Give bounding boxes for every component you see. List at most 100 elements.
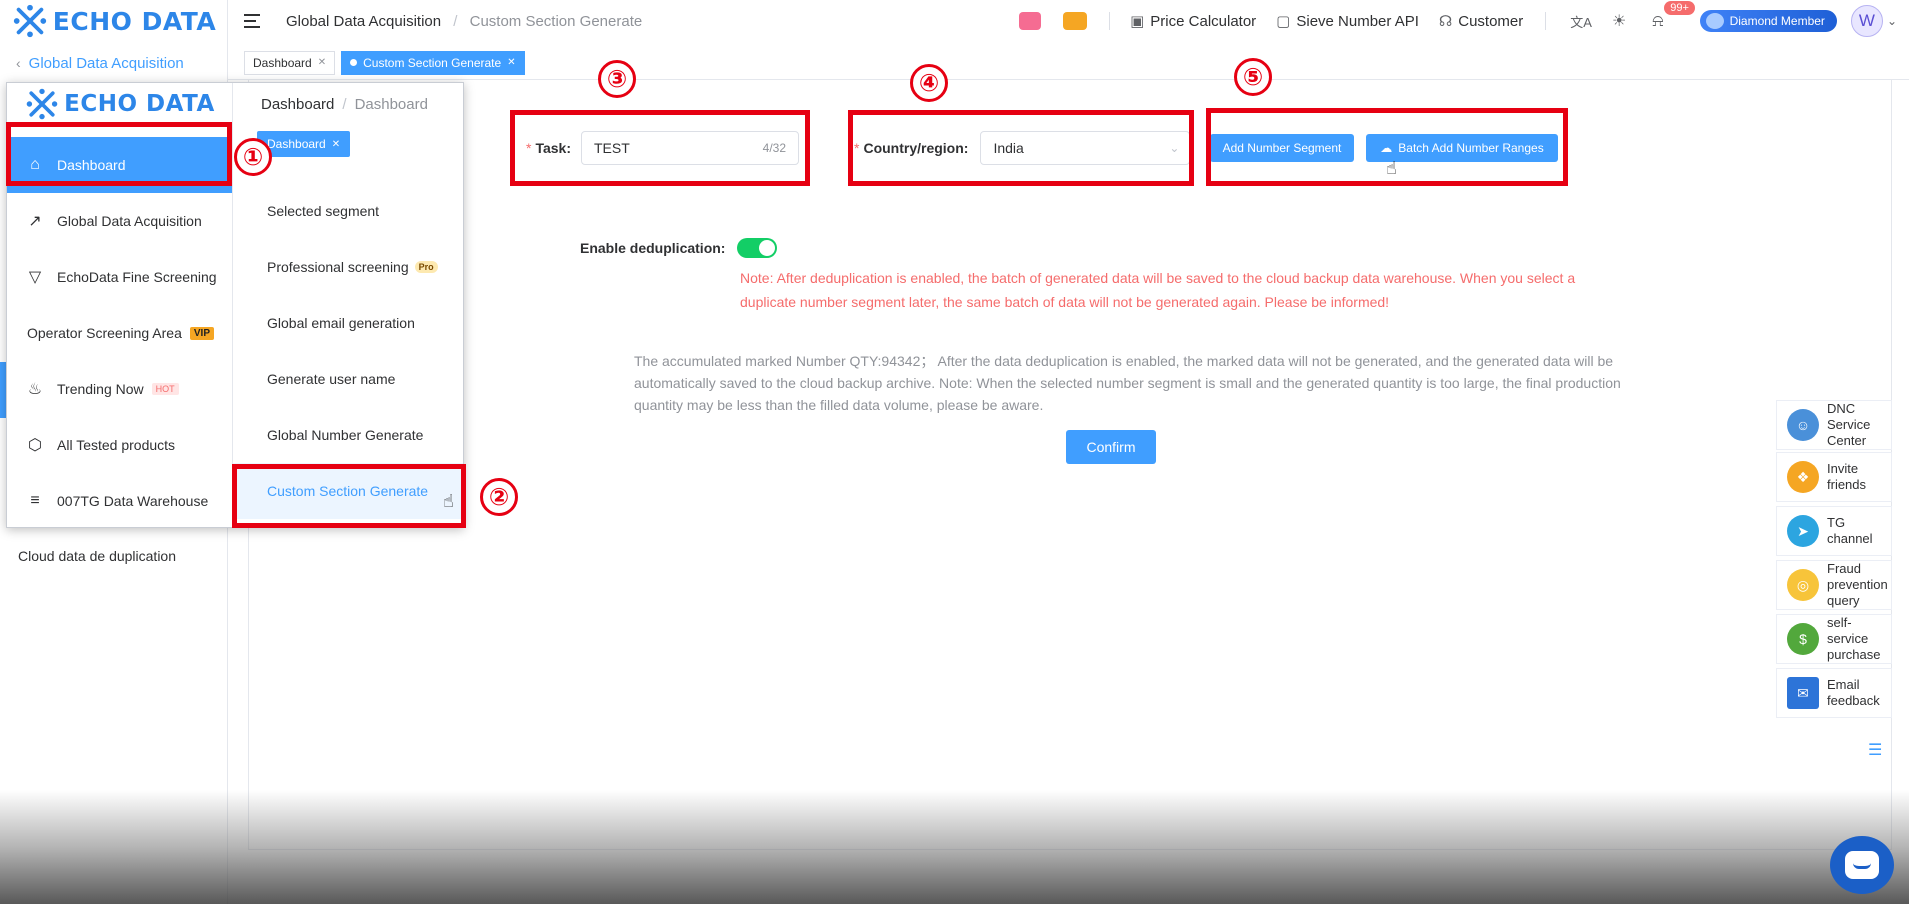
notification-bell-icon[interactable]: ⍾ 99+ [1652,1,1695,31]
tab-label: Dashboard [267,137,326,151]
breadcrumb: Global Data Acquisition / Custom Section… [286,12,643,30]
menu-item-007tg-warehouse[interactable]: ≡ 007TG Data Warehouse [7,473,232,527]
submenu-selected-segment[interactable]: Selected segment [233,183,463,239]
highlight-box-4 [848,110,1194,186]
tabs-bar: Dashboard ✕ Custom Section Generate ✕ [228,46,1909,80]
overlay-logo: ECHO DATA [7,83,232,125]
diamond-icon [1705,13,1724,29]
gift-icon[interactable] [1019,12,1042,30]
menu-label: Operator Screening Area [27,325,182,341]
sidebar-back-label: Global Data Acquisition [28,54,184,72]
chat-bubble-icon [1845,851,1879,879]
annotation-number-5: ⑤ [1234,58,1272,96]
dedup-toggle[interactable] [737,238,778,258]
chat-support-button[interactable] [1830,836,1894,894]
breadcrumb-item[interactable]: Dashboard [261,96,334,113]
search-coin-icon: ◎ [1787,569,1819,601]
flame-icon: ♨ [27,381,43,398]
submenu-generate-user-name[interactable]: Generate user name [233,351,463,407]
submenu-professional-screening[interactable]: Professional screening Pro [233,239,463,295]
service-label: DNC Service Center [1827,401,1871,448]
service-tg-channel[interactable]: ➤ TG channel [1776,506,1892,556]
translate-icon[interactable]: 文A [1570,12,1592,31]
dedup-note: Note: After deduplication is enabled, th… [740,270,1576,310]
service-label: Email feedback [1827,677,1880,708]
header-divider [1109,12,1111,30]
api-icon: ▢ [1276,13,1291,30]
tab-custom-section-generate[interactable]: Custom Section Generate ✕ [341,50,525,75]
brand-logo[interactable]: ECHO DATA [0,0,227,42]
service-label: self-service purchase [1827,615,1881,662]
highlight-box-2 [232,464,466,528]
header-actions: ▣ Price Calculator ▢ Sieve Number API ☊ … [1001,0,1909,42]
close-icon[interactable]: ✕ [507,57,515,68]
breadcrumb-current: Custom Section Generate [469,12,643,30]
service-self-purchase[interactable]: $ self-service purchase [1776,614,1892,664]
annotation-number-1: ① [234,138,272,176]
people-icon: ☺ [1787,409,1819,441]
top-header: Global Data Acquisition / Custom Section… [228,0,1909,42]
mail-icon: ✉ [1787,677,1819,709]
money-bag-icon: $ [1787,623,1819,655]
filter-icon: ▽ [28,269,42,286]
close-icon[interactable]: ✕ [318,57,326,68]
menu-item-trending-now[interactable]: ♨ Trending Now HOT [7,361,232,417]
header-divider [1545,12,1547,30]
menu-item-operator-screening[interactable]: Operator Screening Area VIP [7,305,232,361]
customer-label: Customer [1458,12,1524,30]
menu-toggle-icon[interactable] [244,14,262,28]
vip-badge: VIP [189,326,214,340]
list-menu-icon[interactable]: ☰ [1868,740,1882,760]
box-icon: ⬡ [28,437,42,454]
dedup-field: Enable deduplication: [580,238,778,258]
member-label: Diamond Member [1729,14,1825,28]
highlight-box-3 [510,110,810,186]
price-calculator-label: Price Calculator [1150,12,1257,30]
breadcrumb-item[interactable]: Global Data Acquisition [286,13,441,30]
sieve-api-label: Sieve Number API [1296,12,1419,30]
price-calculator-link[interactable]: ▣ Price Calculator [1130,12,1257,31]
tab-dashboard[interactable]: Dashboard ✕ [244,50,336,75]
menu-item-global-data-acquisition[interactable]: ↗ Global Data Acquisition [7,193,232,249]
echo-data-logo-icon [26,88,58,120]
customer-link[interactable]: ☊ Customer [1438,12,1524,31]
service-label: Fraud prevention query [1827,561,1888,608]
menu-label: Global Data Acquisition [57,213,202,229]
toggle-knob [759,240,776,256]
menu-item-fine-screening[interactable]: ▽ EchoData Fine Screening [7,249,232,305]
menu-label: EchoData Fine Screening [57,269,217,285]
dedup-label: Enable deduplication: [580,240,726,256]
menu-label: 007TG Data Warehouse [57,493,209,509]
submenu-global-email-generation[interactable]: Global email generation [233,295,463,351]
dedup-info: The accumulated marked Number QTY:94342；… [634,353,1621,413]
layers-icon: ≡ [30,492,40,509]
theme-sun-icon[interactable]: ☀ [1612,11,1626,31]
headset-icon: ☊ [1438,13,1453,30]
service-invite-friends[interactable]: ❖ Invite friends [1776,452,1892,502]
echo-data-logo-icon [13,4,46,38]
notification-badge: 99+ [1664,1,1695,15]
service-email-feedback[interactable]: ✉ Email feedback [1776,668,1892,718]
service-dnc-center[interactable]: ☺ DNC Service Center [1776,400,1892,450]
member-badge[interactable]: Diamond Member [1699,10,1837,32]
avatar[interactable]: W [1850,5,1883,37]
logo-text: ECHO DATA [64,91,215,117]
breadcrumb-current: Dashboard [354,95,428,113]
sieve-api-link[interactable]: ▢ Sieve Number API [1276,12,1419,31]
menu-label: All Tested products [57,437,176,453]
submenu-global-number-generate[interactable]: Global Number Generate [233,407,463,463]
service-fraud-prevention[interactable]: ◎ Fraud prevention query [1776,560,1892,610]
sidebar-item-cloud-dedup[interactable]: Cloud data de duplication [18,548,176,564]
sidebar-back-link[interactable]: ‹ Global Data Acquisition [0,42,227,84]
chevron-left-icon: ‹ [16,55,21,71]
tab-label: Dashboard [253,55,312,70]
confirm-button[interactable]: Confirm [1066,430,1156,464]
annotation-number-3: ③ [598,60,636,98]
tab-label: Custom Section Generate [363,55,502,70]
coupon-icon[interactable] [1063,12,1088,30]
chevron-down-icon[interactable]: ⌄ [1887,14,1897,28]
menu-item-all-tested-products[interactable]: ⬡ All Tested products [7,417,232,473]
close-icon[interactable]: ✕ [332,139,340,150]
menu-label: Trending Now [57,381,144,397]
active-dot [350,59,358,66]
